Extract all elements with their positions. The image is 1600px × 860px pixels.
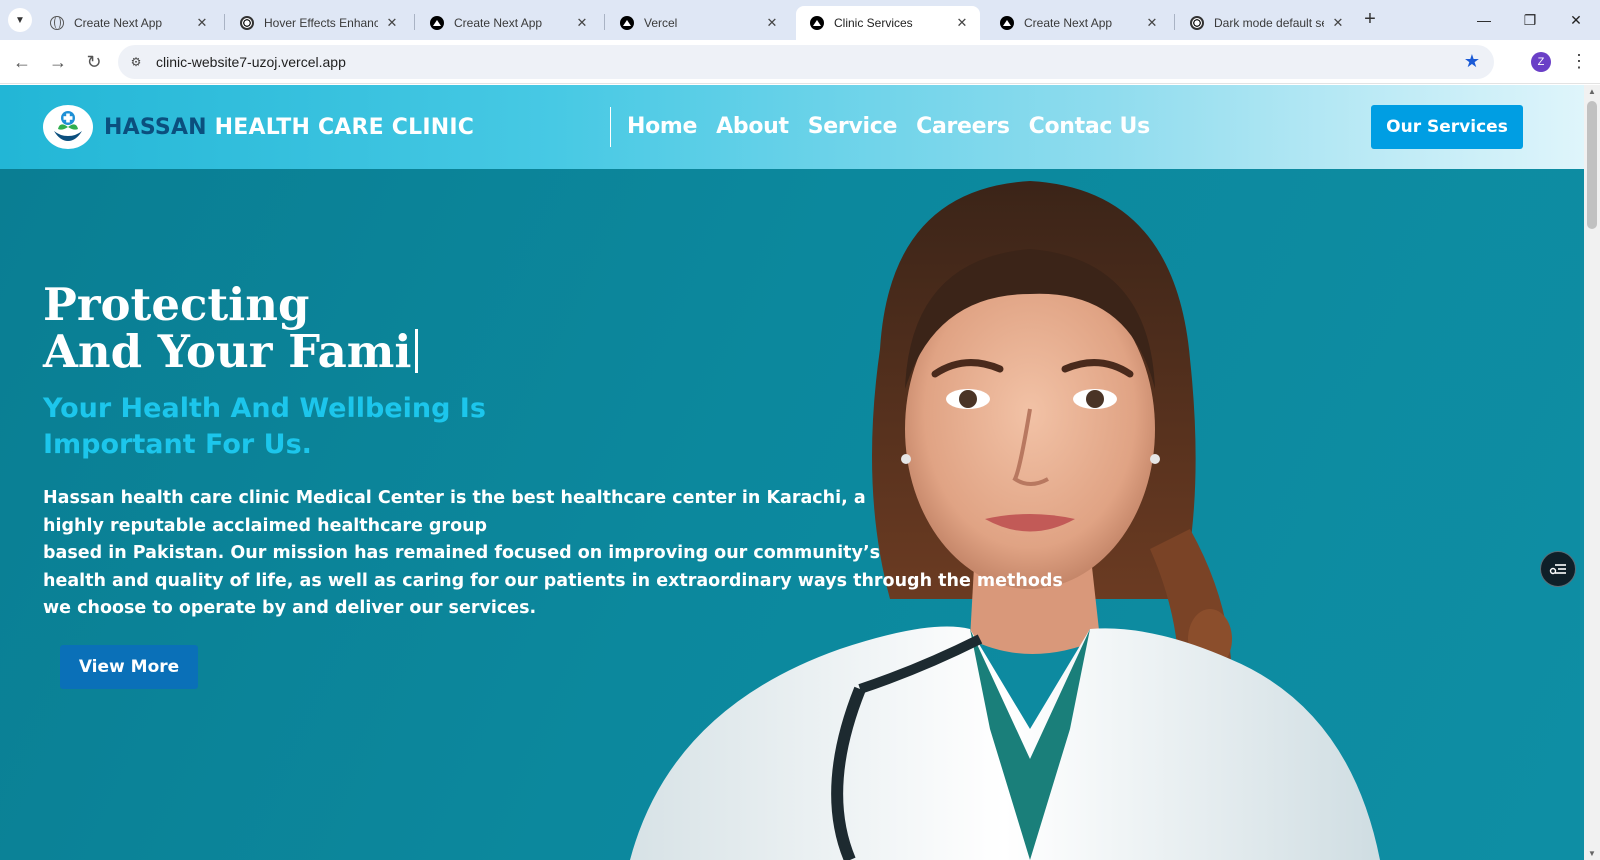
vercel-icon xyxy=(1000,16,1014,30)
restore-icon[interactable]: ❐ xyxy=(1508,0,1552,40)
our-services-button[interactable]: Our Services xyxy=(1371,105,1523,149)
site-header: HASSAN HEALTH CARE CLINIC Home About Ser… xyxy=(0,85,1584,169)
vercel-icon xyxy=(810,16,824,30)
browser-tab[interactable]: Dark mode default settings ✕ xyxy=(1176,6,1356,40)
page-scrollbar[interactable]: ▲ ▼ xyxy=(1584,85,1600,860)
more-menu-icon[interactable]: ⋮ xyxy=(1570,50,1588,74)
toggle-settings-icon[interactable] xyxy=(1540,551,1576,587)
address-bar[interactable]: ⚙ clinic-website7-uzoj.vercel.app ★ xyxy=(118,45,1494,79)
site-settings-icon[interactable]: ⚙ xyxy=(128,54,144,70)
openai-icon xyxy=(1190,16,1204,30)
bookmark-star-icon[interactable]: ★ xyxy=(1464,51,1480,72)
scroll-up-arrow-icon[interactable]: ▲ xyxy=(1588,87,1596,96)
close-tab-icon[interactable]: ✕ xyxy=(764,15,780,31)
tab-divider xyxy=(224,14,225,30)
hero-title: Protecting And Your Fami xyxy=(43,281,419,375)
hero-section: Protecting And Your Fami Your Health And… xyxy=(0,169,1584,860)
close-tab-icon[interactable]: ✕ xyxy=(1330,15,1346,31)
view-more-button[interactable]: View More xyxy=(60,645,198,689)
close-tab-icon[interactable]: ✕ xyxy=(194,15,210,31)
openai-icon xyxy=(240,16,254,30)
clinic-logo-icon[interactable] xyxy=(43,105,93,149)
browser-tab[interactable]: Hover Effects Enhancement ✕ xyxy=(226,6,410,40)
nav-divider xyxy=(610,107,611,147)
main-nav: Home About Service Careers Contac Us xyxy=(627,114,1150,139)
forward-arrow-icon[interactable]: → xyxy=(46,50,70,74)
close-tab-icon[interactable]: ✕ xyxy=(574,15,590,31)
web-page: HASSAN HEALTH CARE CLINIC Home About Ser… xyxy=(0,85,1584,860)
browser-tab[interactable]: Create Next App ✕ xyxy=(986,6,1170,40)
close-tab-icon[interactable]: ✕ xyxy=(954,15,970,31)
brand-name[interactable]: HASSAN HEALTH CARE CLINIC xyxy=(104,115,474,140)
minimize-icon[interactable]: — xyxy=(1462,0,1506,40)
browser-toolbar: ← → ↻ ⚙ clinic-website7-uzoj.vercel.app … xyxy=(0,40,1600,84)
tab-search-dropdown-icon[interactable]: ▼ xyxy=(8,8,32,32)
browser-tab[interactable]: Create Next App ✕ xyxy=(36,6,220,40)
new-tab-plus-icon[interactable]: + xyxy=(1358,8,1382,32)
tab-strip: ▼ Create Next App ✕ Hover Effects Enhanc… xyxy=(0,0,1600,40)
nav-link-careers[interactable]: Careers xyxy=(916,114,1010,139)
nav-link-service[interactable]: Service xyxy=(808,114,898,139)
tab-divider xyxy=(1174,14,1175,30)
close-window-icon[interactable]: ✕ xyxy=(1554,0,1598,40)
nav-link-contact[interactable]: Contac Us xyxy=(1029,114,1151,139)
vercel-icon xyxy=(620,16,634,30)
scrollbar-thumb[interactable] xyxy=(1587,101,1597,229)
url-text[interactable]: clinic-website7-uzoj.vercel.app xyxy=(156,54,346,70)
vercel-icon xyxy=(430,16,444,30)
browser-tab[interactable]: Create Next App ✕ xyxy=(416,6,600,40)
browser-tab-active[interactable]: Clinic Services ✕ xyxy=(796,6,980,40)
typing-cursor xyxy=(415,329,419,373)
close-tab-icon[interactable]: ✕ xyxy=(384,15,400,31)
reload-icon[interactable]: ↻ xyxy=(82,50,106,74)
hero-description: Hassan health care clinic Medical Center… xyxy=(43,488,1063,618)
browser-tab[interactable]: Vercel ✕ xyxy=(606,6,790,40)
hero-subtitle: Your Health And Wellbeing Is Important F… xyxy=(43,393,486,460)
tab-divider xyxy=(604,14,605,30)
scroll-down-arrow-icon[interactable]: ▼ xyxy=(1588,849,1596,858)
close-tab-icon[interactable]: ✕ xyxy=(1144,15,1160,31)
nav-link-about[interactable]: About xyxy=(716,114,789,139)
back-arrow-icon[interactable]: ← xyxy=(10,50,34,74)
globe-icon xyxy=(50,16,64,30)
nav-link-home[interactable]: Home xyxy=(627,114,697,139)
tab-divider xyxy=(414,14,415,30)
profile-avatar[interactable]: Z xyxy=(1531,52,1551,72)
